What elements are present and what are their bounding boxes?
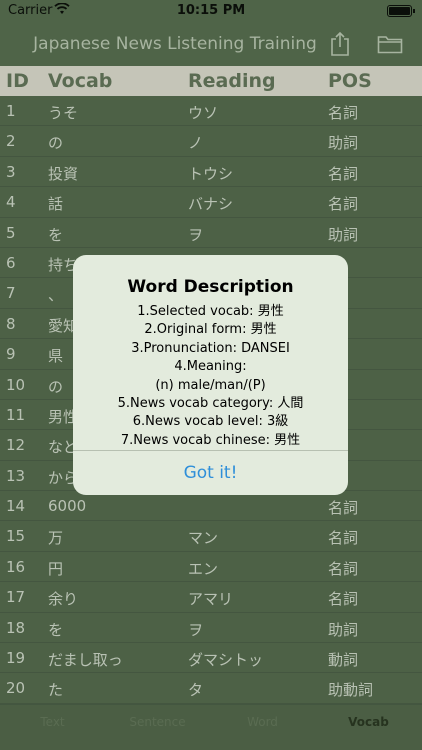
alert-title: Word Description	[127, 277, 294, 297]
alert-line: (n) male/man/(P)	[155, 377, 266, 393]
alert-line: 6.News vocab level: 3級	[132, 414, 289, 430]
got-it-button[interactable]: Got it!	[73, 451, 348, 495]
alert-message: 1.Selected vocab: 男性 2.Original form: 男性…	[73, 303, 348, 450]
alert-line: 1.Selected vocab: 男性	[137, 304, 284, 319]
alert-line: 4.Meaning:	[174, 359, 247, 375]
alert-line: 3.Pronunciation: DANSEI	[131, 340, 290, 356]
alert-line: 2.Original form: 男性	[144, 322, 277, 338]
alert-line: 7.News vocab chinese: 男性	[120, 432, 301, 448]
alert-line: 5.News vocab category: 人間	[117, 396, 304, 412]
word-description-alert: Word Description 1.Selected vocab: 男性 2.…	[73, 255, 348, 495]
